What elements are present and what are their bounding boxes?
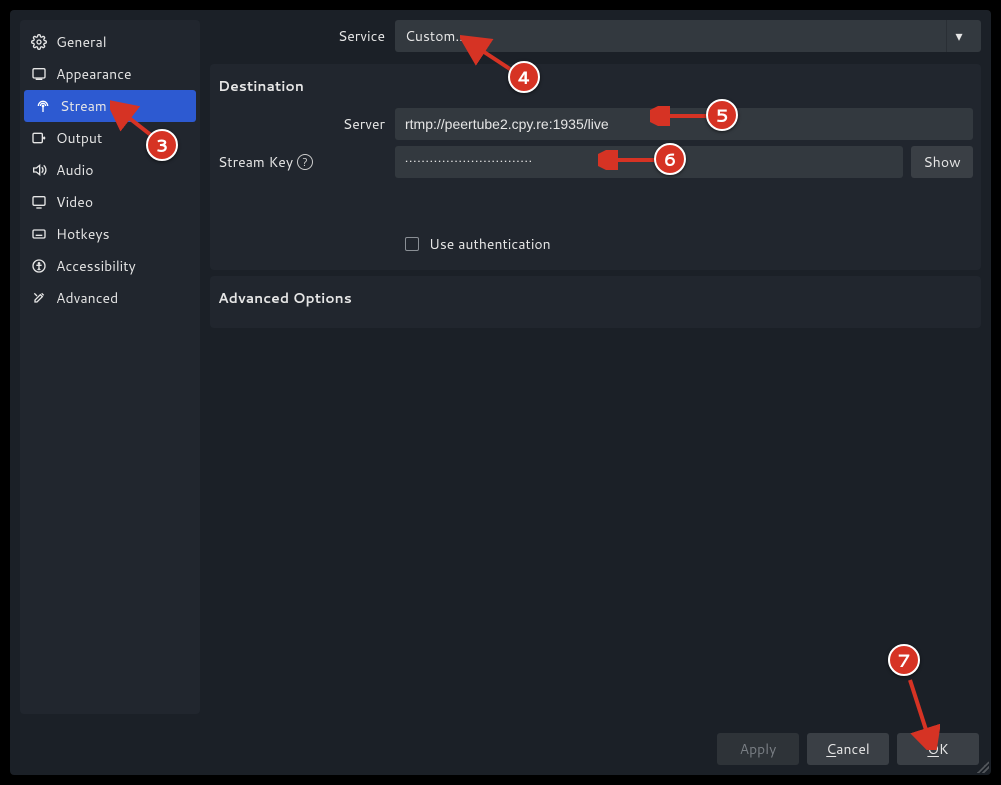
advanced-section[interactable]: Advanced Options <box>210 276 981 328</box>
sidebar-item-label: Advanced <box>56 288 118 308</box>
streamkey-value: ••••••••••••••••••••••••••••••• <box>405 155 533 169</box>
destination-header: Destination <box>210 64 981 108</box>
sidebar-item-label: Stream <box>60 96 107 116</box>
sidebar-item-label: Video <box>56 192 93 212</box>
callout-arrow-7 <box>900 670 940 750</box>
service-row: Service Custom... ▾ <box>210 20 981 52</box>
speaker-icon <box>30 161 48 179</box>
sidebar-item-label: Audio <box>56 160 93 180</box>
show-button-label: Show <box>923 152 960 172</box>
callout-arrow-3 <box>110 100 170 150</box>
cancel-button[interactable]: Cancel <box>807 733 889 765</box>
monitor-icon <box>30 193 48 211</box>
sidebar-item-general[interactable]: General <box>20 26 200 58</box>
cancel-button-label: Cancel <box>826 739 870 759</box>
gear-icon <box>30 33 48 51</box>
use-auth-checkbox[interactable] <box>405 237 419 251</box>
palette-icon <box>30 65 48 83</box>
sidebar-item-advanced[interactable]: Advanced <box>20 282 200 314</box>
server-row: Server <box>218 108 973 140</box>
main-panel: Service Custom... ▾ Destination Server <box>210 20 981 714</box>
accessibility-icon <box>30 257 48 275</box>
sidebar-item-label: Hotkeys <box>56 224 110 244</box>
server-label: Server <box>218 114 395 134</box>
tools-icon <box>30 289 48 307</box>
use-auth-row: Use authentication <box>218 234 973 254</box>
apply-button-label: Apply <box>740 739 777 759</box>
destination-section: Destination Server Stream Key ? <box>210 64 981 270</box>
callout-arrow-4 <box>460 34 530 84</box>
callout-arrow-6 <box>598 150 668 170</box>
use-auth-label: Use authentication <box>429 234 551 254</box>
keyboard-icon <box>30 225 48 243</box>
sidebar-item-hotkeys[interactable]: Hotkeys <box>20 218 200 250</box>
sidebar-item-label: Appearance <box>56 64 132 84</box>
service-value: Custom... <box>405 26 467 46</box>
streamkey-row: Stream Key ? •••••••••••••••••••••••••••… <box>218 146 973 178</box>
callout-arrow-5 <box>650 106 720 126</box>
sidebar-item-label: General <box>56 32 107 52</box>
sidebar-item-label: Accessibility <box>56 256 136 276</box>
sidebar-item-video[interactable]: Video <box>20 186 200 218</box>
sidebar-item-label: Output <box>56 128 102 148</box>
streamkey-label-text: Stream Key <box>218 152 293 172</box>
sidebar-item-accessibility[interactable]: Accessibility <box>20 250 200 282</box>
help-icon[interactable]: ? <box>297 154 313 170</box>
apply-button: Apply <box>717 733 799 765</box>
advanced-header: Advanced Options <box>210 276 981 320</box>
chevron-down-icon: ▾ <box>947 26 971 46</box>
show-button[interactable]: Show <box>911 146 973 178</box>
sidebar-item-audio[interactable]: Audio <box>20 154 200 186</box>
resize-grip[interactable] <box>977 761 989 773</box>
output-icon <box>30 129 48 147</box>
service-label: Service <box>210 26 395 46</box>
sidebar-item-appearance[interactable]: Appearance <box>20 58 200 90</box>
streamkey-label: Stream Key ? <box>218 152 395 172</box>
antenna-icon <box>34 97 52 115</box>
